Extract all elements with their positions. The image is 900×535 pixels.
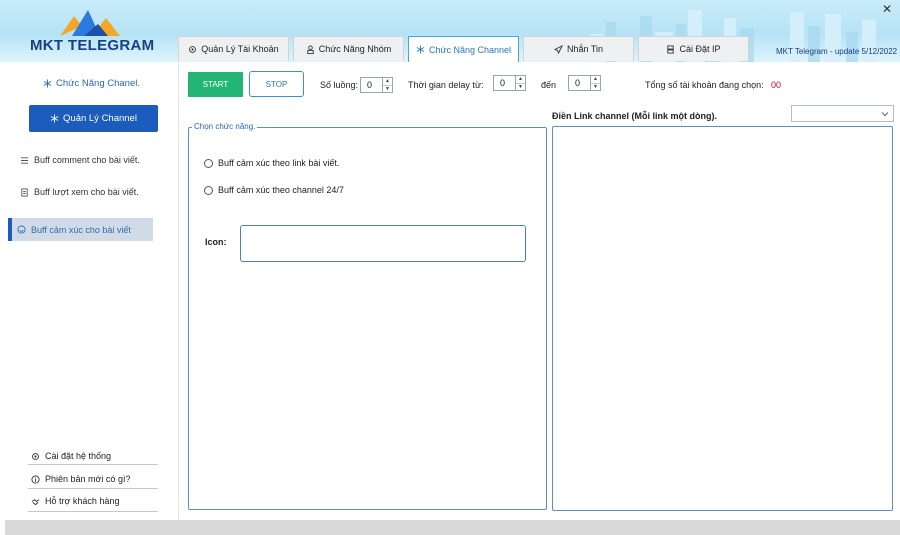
chevron-down-icon[interactable] xyxy=(881,111,889,117)
status-bar xyxy=(5,520,900,535)
tab-label: Nhắn Tin xyxy=(566,44,604,54)
radio-reaction-by-link[interactable]: Buff cảm xúc theo link bài viết. xyxy=(204,158,339,168)
tab-messaging[interactable]: Nhắn Tin xyxy=(523,36,634,61)
delay-to-spinner[interactable]: 0 ▲ ▼ xyxy=(568,75,601,91)
smile-icon xyxy=(17,225,26,234)
sidebar-item-buff-reactions[interactable]: Buff cảm xúc cho bài viết xyxy=(8,218,153,241)
delay-label: Thời gian delay từ: xyxy=(408,80,484,90)
radio-label: Buff cảm xúc theo channel 24/7 xyxy=(218,185,344,195)
version-text: MKT Telegram - update 5/12/2022 xyxy=(776,47,898,56)
gear-icon xyxy=(32,452,39,460)
tab-label: Chức Năng Channel xyxy=(428,44,512,55)
radio-circle[interactable] xyxy=(204,185,213,195)
skyline-building xyxy=(808,26,820,62)
radio-reaction-by-channel[interactable]: Buff cảm xúc theo channel 24/7 xyxy=(204,185,344,195)
total-accounts-count: 00 xyxy=(771,80,782,90)
icon-label: Icon: xyxy=(205,237,227,247)
threads-spinner[interactable]: 0 ▲ ▼ xyxy=(360,77,393,93)
send-icon xyxy=(553,44,563,54)
tab-label: Cài Đặt IP xyxy=(679,44,721,54)
stop-button[interactable]: STOP xyxy=(249,71,304,97)
tab-ip-settings[interactable]: Cài Đặt IP xyxy=(638,36,749,61)
support-link[interactable]: Hỗ trợ khách hàng xyxy=(31,494,119,508)
delay-from-value[interactable]: 0 xyxy=(494,76,515,90)
divider xyxy=(28,488,158,489)
group-icon xyxy=(307,44,314,54)
tab-label: Quản Lý Tài Khoản xyxy=(201,44,279,54)
delay-from-spinner[interactable]: 0 ▲ ▼ xyxy=(493,75,526,91)
sidebar-item-buff-views[interactable]: Buff lượt xem cho bài viết. xyxy=(20,184,139,200)
channel-links-label: Điền Link channel (Mỗi link một dòng). xyxy=(552,111,717,121)
tab-channel-functions[interactable]: Chức Năng Channel xyxy=(408,36,519,62)
start-button[interactable]: START xyxy=(188,72,243,97)
manage-channel-label: Quản Lý Channel xyxy=(63,113,137,124)
app-name: MKT TELEGRAM xyxy=(30,37,155,54)
whats-new-link[interactable]: Phiên bản mới có gì? xyxy=(31,472,130,486)
channel-links-textarea[interactable] xyxy=(552,126,893,511)
handshake-icon xyxy=(31,498,40,505)
tab-account-management[interactable]: Quản Lý Tài Khoản xyxy=(178,36,289,61)
tab-label: Chức Năng Nhóm xyxy=(318,44,392,54)
gear-icon xyxy=(189,45,197,53)
threads-value[interactable]: 0 xyxy=(361,78,382,92)
icon-input[interactable] xyxy=(240,225,526,262)
doc-icon xyxy=(21,187,28,197)
delay-to-label: đến xyxy=(541,80,557,90)
total-accounts-label: Tổng số tài khoản đang chọn: xyxy=(645,80,764,90)
sidebar-item-label: Buff lượt xem cho bài viết. xyxy=(34,187,139,197)
function-legend: Chọn chức năng. xyxy=(192,122,258,131)
sidebar-title-label: Chức Năng Chanel. xyxy=(56,78,140,89)
sidebar-item-label: Buff cảm xúc cho bài viết xyxy=(31,224,131,235)
options-dropdown[interactable] xyxy=(791,105,894,122)
snowflake-icon xyxy=(416,45,425,54)
bottom-link-label: Phiên bản mới có gì? xyxy=(45,474,131,484)
spin-down-icon[interactable]: ▼ xyxy=(591,82,600,91)
divider xyxy=(28,464,158,465)
logo-icon xyxy=(60,10,120,36)
delay-to-value[interactable]: 0 xyxy=(569,76,590,90)
info-icon xyxy=(31,474,40,484)
spin-down-icon[interactable]: ▼ xyxy=(383,84,392,93)
snowflake-icon xyxy=(43,79,52,88)
sidebar-title: Chức Năng Chanel. xyxy=(43,78,140,89)
manage-channel-button[interactable]: Quản Lý Channel xyxy=(29,105,158,132)
list-icon xyxy=(20,156,29,164)
active-indicator xyxy=(8,218,12,241)
sidebar-item-label: Buff comment cho bài viết. xyxy=(34,155,140,165)
divider xyxy=(28,511,158,512)
server-icon xyxy=(667,44,675,54)
system-settings-link[interactable]: Cài đặt hệ thống xyxy=(31,449,111,463)
tab-group-functions[interactable]: Chức Năng Nhóm xyxy=(293,36,404,61)
sidebar-item-buff-comment[interactable]: Buff comment cho bài viết. xyxy=(20,152,140,168)
bottom-link-label: Cài đặt hệ thống xyxy=(45,451,112,461)
threads-label: Số luồng: xyxy=(320,80,359,90)
radio-label: Buff cảm xúc theo link bài viết. xyxy=(218,158,340,168)
radio-circle[interactable] xyxy=(204,158,213,168)
close-icon[interactable]: ✕ xyxy=(882,2,892,16)
bottom-link-label: Hỗ trợ khách hàng xyxy=(45,496,120,506)
spin-down-icon[interactable]: ▼ xyxy=(516,82,525,91)
snowflake-icon xyxy=(50,114,59,123)
